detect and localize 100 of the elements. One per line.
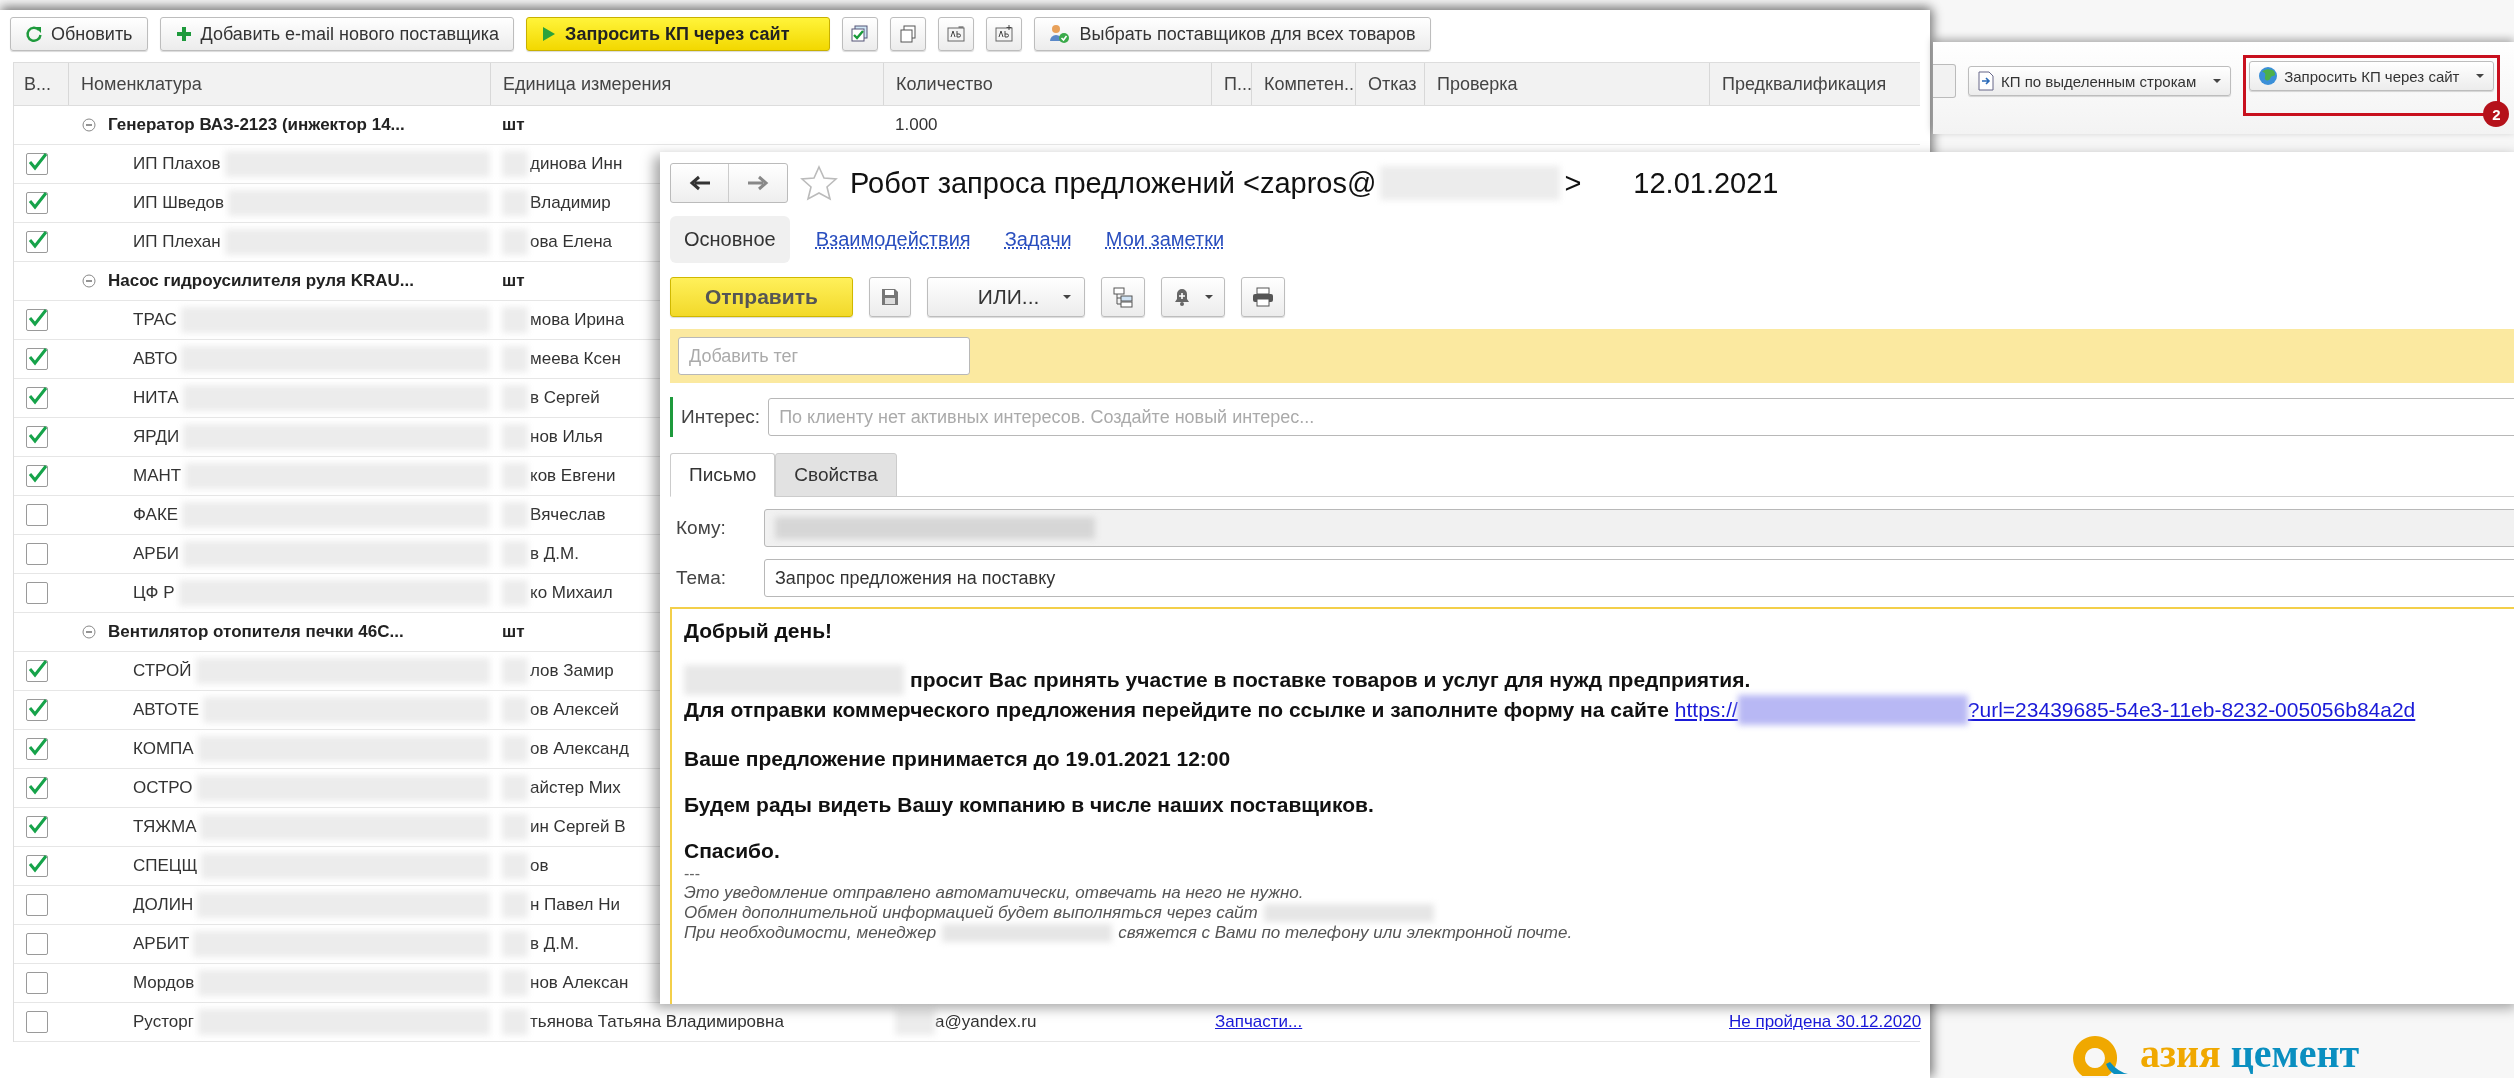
section-tab[interactable]: Основное — [670, 216, 790, 263]
save-button[interactable] — [868, 277, 911, 317]
structure-button[interactable] — [1100, 277, 1145, 317]
contact-person: ов — [530, 856, 549, 876]
window-title: Робот запроса предложений <zapros@ — [850, 166, 1377, 200]
contact-person: лов Замир — [530, 661, 614, 681]
separator-text: --- — [684, 865, 701, 883]
select-checkbox[interactable] — [26, 426, 48, 448]
column-header[interactable]: Проверка — [1424, 63, 1709, 105]
caret-icon — [1203, 294, 1214, 300]
quantity-cell: 1.000 — [895, 115, 938, 135]
toolbar-icon-button[interactable] — [938, 17, 975, 51]
toolbar-icon-button[interactable] — [986, 17, 1023, 51]
collapse-icon[interactable] — [82, 274, 96, 288]
select-checkbox[interactable] — [26, 543, 48, 565]
window-date: 12.01.2021 — [1633, 166, 1779, 200]
contact-person: ин Сергей В — [530, 817, 626, 837]
form-tab[interactable]: Письмо — [670, 453, 776, 497]
reminder-dropdown-button[interactable] — [1160, 277, 1225, 317]
select-checkbox[interactable] — [26, 192, 48, 214]
add-email-button[interactable]: Добавить e-mail нового поставщика — [159, 17, 515, 51]
contact-person: нов Алексан — [530, 973, 629, 993]
supplier-name: ИП Шведов — [133, 193, 225, 213]
select-checkbox[interactable] — [26, 309, 48, 331]
select-suppliers-button[interactable]: Выбрать поставщиков для всех товаров — [1034, 17, 1431, 51]
section-tab[interactable]: Задачи — [996, 216, 1080, 263]
select-checkbox[interactable] — [26, 777, 48, 799]
form-link[interactable]: https:// ?url=23439685-54e3-11eb-8232-005056b84a2d — [1674, 695, 2416, 725]
collapse-icon[interactable] — [82, 118, 96, 132]
supplier-name: ДОЛИН — [133, 895, 194, 915]
contact-person: ко Михаил — [530, 583, 613, 603]
unit-cell: шт — [502, 271, 525, 291]
print-button[interactable] — [1240, 277, 1285, 317]
select-checkbox[interactable] — [26, 699, 48, 721]
column-header[interactable]: Единица измерения — [490, 63, 883, 105]
request-quote-button[interactable]: Запросить КП через сайт — [526, 17, 831, 51]
star-icon[interactable] — [800, 165, 838, 201]
dropdown-button[interactable]: КП по выделенным строкам — [1968, 66, 2232, 96]
contact-person: Вячеслав — [530, 505, 606, 525]
column-header[interactable]: Отказ — [1355, 63, 1424, 105]
contact-person: в Д.М. — [530, 934, 579, 954]
select-checkbox[interactable] — [26, 894, 48, 916]
section-tab[interactable]: Взаимодействия — [807, 216, 979, 263]
column-header[interactable]: В... — [14, 63, 68, 105]
toolbar-icon-button[interactable] — [890, 17, 927, 51]
select-checkbox[interactable] — [26, 582, 48, 604]
contact-person: динова Инн — [530, 154, 623, 174]
contact-person: ова Елена — [530, 232, 613, 252]
select-checkbox[interactable] — [26, 231, 48, 253]
recipient-field[interactable] — [764, 509, 2514, 547]
column-header[interactable]: Количество — [883, 63, 1211, 105]
form-tab[interactable]: Свойства — [775, 453, 897, 497]
select-checkbox[interactable] — [26, 387, 48, 409]
more-dropdown-button[interactable]: ИЛИ... — [926, 277, 1085, 317]
footnote-text: Обмен дополнительной информацией будет выполняться через сайт — [684, 903, 1258, 923]
supplier-name: ИП Плехан — [133, 232, 221, 252]
supplier-name: ЯРДИ — [133, 427, 180, 447]
select-checkbox[interactable] — [26, 153, 48, 175]
select-checkbox[interactable] — [26, 660, 48, 682]
prequalification-link[interactable]: Не пройдена 30.12.2020 — [1729, 1012, 1922, 1032]
email-address: a@yandex.ru — [935, 1012, 1037, 1032]
section-tab[interactable]: Мои заметки — [1097, 216, 1233, 263]
column-header[interactable]: Компетен... — [1251, 63, 1355, 105]
collapse-icon[interactable] — [82, 625, 96, 639]
column-header[interactable]: Предквалификация — [1709, 63, 1926, 105]
select-checkbox[interactable] — [26, 465, 48, 487]
footnote-text: свяжется с Вами по телефону или электронной почте. — [1118, 923, 1573, 943]
toolbar-icon-button[interactable] — [842, 17, 879, 51]
select-checkbox[interactable] — [26, 816, 48, 838]
category-link[interactable]: Запчасти... — [1215, 1012, 1303, 1032]
caret-icon — [2475, 73, 2486, 79]
contact-person: ов Алексей — [530, 700, 619, 720]
contact-person: в Д.М. — [530, 544, 579, 564]
spellcheck-icon — [946, 24, 967, 44]
instruction-text: Для отправки коммерческого предложения перейдите по ссылке и заполните форму на сайте — [684, 698, 1669, 722]
contact-person: нов Илья — [530, 427, 603, 447]
logo-text: азия — [2140, 1030, 2221, 1077]
select-checkbox[interactable] — [26, 738, 48, 760]
select-checkbox[interactable] — [26, 933, 48, 955]
column-header[interactable]: П... — [1211, 63, 1251, 105]
left-arrow-icon — [688, 175, 711, 191]
select-checkbox[interactable] — [26, 348, 48, 370]
select-checkbox[interactable] — [26, 855, 48, 877]
tag-input-field[interactable]: Добавить тег — [678, 337, 970, 375]
message-body[interactable] — [670, 607, 2514, 1004]
column-header[interactable]: Номенклатура — [68, 63, 490, 105]
partial-button[interactable] — [1933, 64, 1956, 98]
select-checkbox[interactable] — [26, 972, 48, 994]
select-checkbox[interactable] — [26, 504, 48, 526]
product-group-name: Генератор ВАЗ-2123 (инжектор 14... — [108, 115, 405, 135]
supplier-name: ТРАС — [133, 310, 177, 330]
supplier-name: ФАКЕ — [133, 505, 179, 525]
caret-icon — [2212, 78, 2223, 84]
spellcheck-icon — [994, 24, 1015, 44]
subject-field[interactable]: Запрос предложения на поставку — [764, 559, 2514, 597]
interest-field[interactable]: По клиенту нет активных интересов. Создайте новый интерес... — [768, 398, 2514, 436]
select-checkbox[interactable] — [26, 1011, 48, 1033]
dropdown-button[interactable]: Запросить КП через сайт — [2249, 61, 2495, 91]
send-button[interactable]: Отправить — [670, 277, 853, 317]
refresh-button[interactable]: Обновить — [10, 17, 148, 51]
